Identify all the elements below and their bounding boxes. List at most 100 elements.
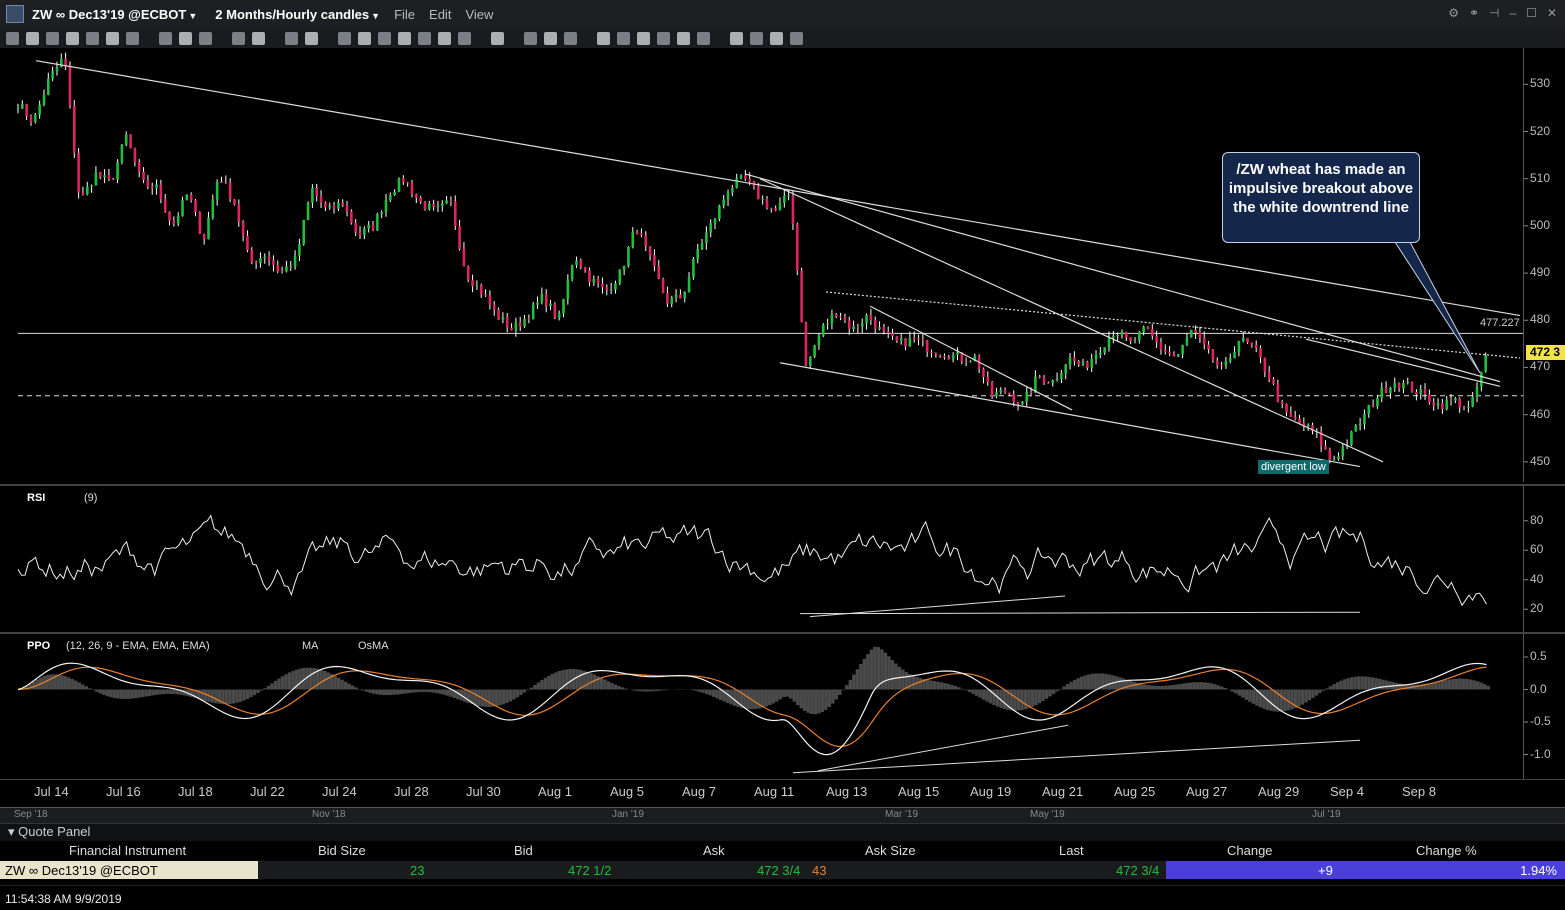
fit-horizontal-icon[interactable] xyxy=(637,31,650,45)
rsi-tick-label: 80 xyxy=(1530,512,1544,527)
candle-body xyxy=(1211,349,1215,361)
price-tick-label: 490 xyxy=(1530,265,1551,280)
cursor-tool-icon[interactable] xyxy=(6,31,19,45)
link-icon[interactable]: ⚭ xyxy=(1469,6,1479,20)
col-last[interactable]: Last xyxy=(1059,843,1084,858)
rsi-y-axis[interactable]: 20 40 60 80 xyxy=(1523,486,1565,632)
col-ask-size[interactable]: Ask Size xyxy=(865,843,916,858)
menu-edit[interactable]: Edit xyxy=(429,7,451,22)
filter-icon[interactable] xyxy=(199,31,212,45)
minimize-icon[interactable]: – xyxy=(1509,6,1516,20)
target-icon[interactable] xyxy=(338,31,351,45)
palette-icon[interactable] xyxy=(86,31,99,45)
range-selector[interactable]: 2 Months/Hourly candles ▼ xyxy=(215,7,380,22)
candle-body xyxy=(1389,387,1392,394)
col-bid-size[interactable]: Bid Size xyxy=(318,843,366,858)
pin-icon[interactable]: ⊣ xyxy=(1489,6,1499,20)
close-icon[interactable]: ✕ xyxy=(1547,6,1557,20)
menu-view[interactable]: View xyxy=(465,7,493,22)
undo-icon[interactable] xyxy=(418,31,431,45)
candle-body xyxy=(1090,358,1093,368)
candle-body xyxy=(731,187,734,193)
candle-body xyxy=(445,200,448,204)
osma-bar xyxy=(168,689,173,694)
candle-body xyxy=(912,337,916,339)
settings-icon[interactable]: ⚙ xyxy=(1448,6,1459,20)
symbol-selector[interactable]: ZW ∞ Dec13'19 @ECBOT ▼ xyxy=(32,7,197,22)
osma-bar xyxy=(887,656,891,690)
trendline-icon[interactable] xyxy=(524,31,537,45)
paint-icon[interactable] xyxy=(730,31,743,45)
wrench-icon[interactable] xyxy=(770,31,783,45)
overview-scroller[interactable]: Sep '18 Nov '18 Jan '19 Mar '19 May '19 Jul '… xyxy=(0,807,1565,823)
instrument-cell[interactable]: ZW ∞ Dec13'19 @ECBOT xyxy=(0,861,258,879)
osma-bar xyxy=(1472,680,1476,690)
osma-bar xyxy=(252,689,257,696)
candle-body xyxy=(1436,403,1440,406)
volume-icon[interactable] xyxy=(285,31,298,45)
print-icon[interactable] xyxy=(66,31,79,45)
col-change[interactable]: Change xyxy=(1227,843,1273,858)
bars-icon[interactable] xyxy=(252,31,265,45)
dollar-icon[interactable] xyxy=(305,31,318,45)
rsi-pane[interactable]: 20 40 60 80 RSI (9) xyxy=(0,484,1565,632)
col-instrument[interactable]: Financial Instrument xyxy=(69,843,186,858)
arrow-draw-icon[interactable] xyxy=(358,31,371,45)
candle-body xyxy=(1125,331,1128,338)
expand-icon[interactable] xyxy=(657,31,670,45)
candle-body xyxy=(765,198,769,209)
layout-icon[interactable] xyxy=(159,31,172,45)
windows-icon[interactable] xyxy=(179,31,192,45)
last-price-label: 472 3 xyxy=(1526,345,1565,360)
quote-panel-header[interactable]: ▾ Quote Panel xyxy=(0,823,1565,841)
rsi-tick-label: 40 xyxy=(1530,571,1544,586)
col-bid[interactable]: Bid xyxy=(514,843,533,858)
ppo-pane[interactable]: 0.5 0.0 -0.5 -1.0 PPO (12, 26, 9 - EMA, EMA… xyxy=(0,632,1565,781)
crosshair-icon[interactable] xyxy=(26,31,39,45)
candle-body xyxy=(319,195,323,203)
fan-icon[interactable] xyxy=(564,31,577,45)
forward-icon[interactable] xyxy=(458,31,471,45)
osma-bar xyxy=(606,681,611,690)
date-tick-label: Aug 5 xyxy=(610,784,644,799)
date-axis[interactable]: Jul 14 Jul 16 Jul 18 Jul 22 Jul 24 Jul 28 Jul … xyxy=(0,779,1565,805)
ppo-y-axis[interactable]: 0.5 0.0 -0.5 -1.0 xyxy=(1523,634,1565,781)
candle-body xyxy=(1142,326,1145,332)
pencil-icon[interactable] xyxy=(232,31,245,45)
price-tick-label: 530 xyxy=(1530,76,1551,91)
more-icon[interactable] xyxy=(790,31,803,45)
quote-row[interactable]: ZW ∞ Dec13'19 @ECBOT 23 472 1/2 472 3/4 … xyxy=(0,861,1565,879)
candle-body xyxy=(562,299,565,314)
refresh-icon[interactable] xyxy=(750,31,763,45)
col-ask[interactable]: Ask xyxy=(703,843,725,858)
calendar-icon[interactable] xyxy=(126,31,139,45)
osma-bar xyxy=(102,689,106,695)
candle-body xyxy=(328,205,332,208)
col-change-pct[interactable]: Change % xyxy=(1416,843,1477,858)
osma-bar xyxy=(697,689,702,692)
osma-bar xyxy=(1335,682,1340,690)
redo-icon[interactable] xyxy=(438,31,451,45)
zoom-out-icon[interactable] xyxy=(617,31,630,45)
circle-icon[interactable] xyxy=(106,31,119,45)
osma-bar xyxy=(725,689,730,704)
triangle-down-icon[interactable] xyxy=(491,31,504,45)
text-tool-icon[interactable] xyxy=(378,31,391,45)
fit-vertical-icon[interactable] xyxy=(677,31,690,45)
candle-body xyxy=(423,201,427,210)
channel-icon[interactable] xyxy=(544,31,557,45)
box-icon[interactable] xyxy=(398,31,411,45)
osma-bar xyxy=(536,682,541,690)
price-pane[interactable]: 450 460 470 480 490 500 510 520 530 xyxy=(0,48,1565,482)
osma-bar xyxy=(522,689,527,693)
menu-file[interactable]: File xyxy=(394,7,415,22)
compress-icon[interactable] xyxy=(697,31,710,45)
candle-body xyxy=(1181,344,1184,355)
price-y-axis[interactable]: 450 460 470 480 490 500 510 520 530 xyxy=(1523,48,1565,482)
osma-bar xyxy=(960,688,965,690)
osma-bar xyxy=(957,687,961,690)
collapse-icon[interactable]: ▾ xyxy=(8,824,18,839)
maximize-icon[interactable]: ☐ xyxy=(1526,6,1537,20)
grid-icon[interactable] xyxy=(46,31,59,45)
zoom-in-icon[interactable] xyxy=(597,31,610,45)
